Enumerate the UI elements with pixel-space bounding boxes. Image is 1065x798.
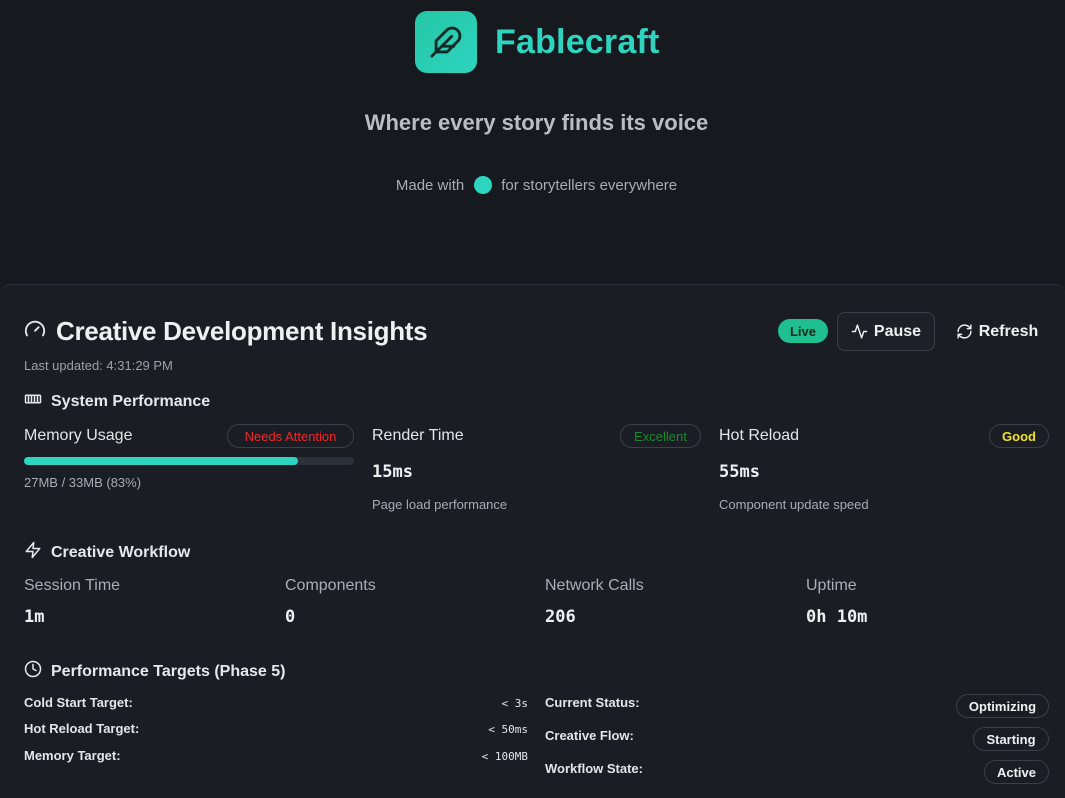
panel-header: Creative Development Insights — [24, 316, 428, 347]
gauge-icon — [24, 318, 46, 345]
creative-workflow-heading: Creative Workflow — [24, 541, 190, 564]
render-time-label: Render Time — [372, 427, 464, 444]
feather-icon — [415, 11, 477, 73]
heart-icon — [474, 176, 493, 194]
session-time-value: 1m — [24, 607, 45, 627]
memory-usage-label: Memory Usage — [24, 427, 133, 444]
clock-icon — [24, 660, 42, 683]
network-calls-label: Network Calls — [545, 577, 644, 594]
cold-start-target-label: Cold Start Target: — [24, 695, 133, 710]
components-label: Components — [285, 577, 376, 594]
brand-name: Fablecraft — [495, 22, 660, 61]
memory-detail: 27MB / 33MB (83%) — [24, 475, 142, 490]
uptime-value: 0h 10m — [806, 607, 868, 627]
session-time-label: Session Time — [24, 577, 121, 594]
creative-flow-label: Creative Flow: — [545, 728, 634, 743]
memory-progress-bar — [24, 457, 354, 465]
made-with-line: Made with for storytellers everywhere — [0, 176, 1065, 194]
system-performance-heading: System Performance — [24, 390, 210, 413]
components-value: 0 — [285, 607, 296, 627]
memory-status-badge: Needs Attention — [227, 424, 354, 448]
section-title: Performance Targets (Phase 5) — [51, 662, 286, 680]
refresh-icon — [957, 324, 972, 339]
network-calls-value: 206 — [545, 607, 576, 627]
refresh-label: Refresh — [978, 322, 1039, 340]
hot-reload-status-badge: Good — [989, 424, 1049, 448]
last-updated: Last updated: 4:31:29 PM — [24, 358, 173, 373]
memory-chip-icon — [24, 390, 42, 413]
memory-target-label: Memory Target: — [24, 748, 121, 763]
made-with-prefix: Made with — [395, 176, 465, 194]
hot-reload-value: 55ms — [719, 462, 760, 482]
memory-target-value: < 100MB — [481, 750, 528, 763]
current-status-label: Current Status: — [545, 695, 640, 710]
brand: Fablecraft — [415, 11, 660, 73]
panel-title: Creative Development Insights — [56, 316, 428, 346]
refresh-button[interactable]: Refresh — [948, 312, 1046, 351]
render-caption: Page load performance — [372, 497, 508, 512]
live-badge: Live — [778, 319, 828, 343]
pause-button[interactable]: Pause — [837, 312, 935, 351]
memory-progress-fill — [24, 457, 298, 465]
render-status-badge: Excellent — [620, 424, 701, 448]
section-title: System Performance — [51, 392, 211, 410]
hot-reload-target-label: Hot Reload Target: — [24, 721, 140, 736]
workflow-state-badge: Active — [984, 760, 1049, 784]
hot-reload-target-value: < 50ms — [488, 723, 528, 736]
hot-reload-label: Hot Reload — [719, 427, 800, 444]
tagline: Where every story finds its voice — [364, 110, 709, 135]
activity-icon — [851, 324, 868, 339]
uptime-label: Uptime — [806, 577, 857, 594]
cold-start-target-value: < 3s — [501, 697, 529, 710]
section-title: Creative Workflow — [51, 543, 191, 561]
hot-reload-caption: Component update speed — [719, 497, 869, 512]
hero-section: Fablecraft Where every story finds its v… — [0, 0, 1065, 285]
performance-targets-heading: Performance Targets (Phase 5) — [24, 660, 285, 683]
creative-flow-badge: Starting — [973, 727, 1049, 751]
made-with-suffix: for storytellers everywhere — [501, 176, 678, 194]
lightning-icon — [24, 541, 42, 564]
render-time-value: 15ms — [372, 462, 413, 482]
workflow-state-label: Workflow State: — [545, 761, 643, 776]
pause-label: Pause — [873, 322, 922, 340]
current-status-badge: Optimizing — [956, 694, 1049, 718]
